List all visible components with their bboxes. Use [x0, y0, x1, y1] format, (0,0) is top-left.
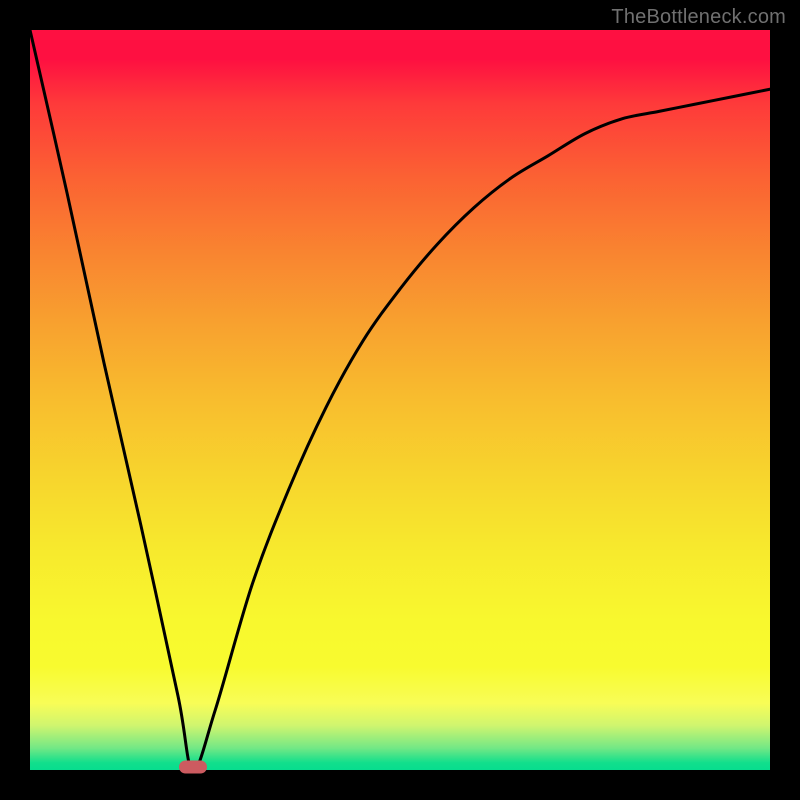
minimum-marker: [179, 761, 207, 774]
bottleneck-curve: [30, 30, 770, 770]
curve-svg: [30, 30, 770, 770]
plot-area: [30, 30, 770, 770]
chart-container: TheBottleneck.com: [0, 0, 800, 800]
attribution-text: TheBottleneck.com: [611, 6, 786, 29]
